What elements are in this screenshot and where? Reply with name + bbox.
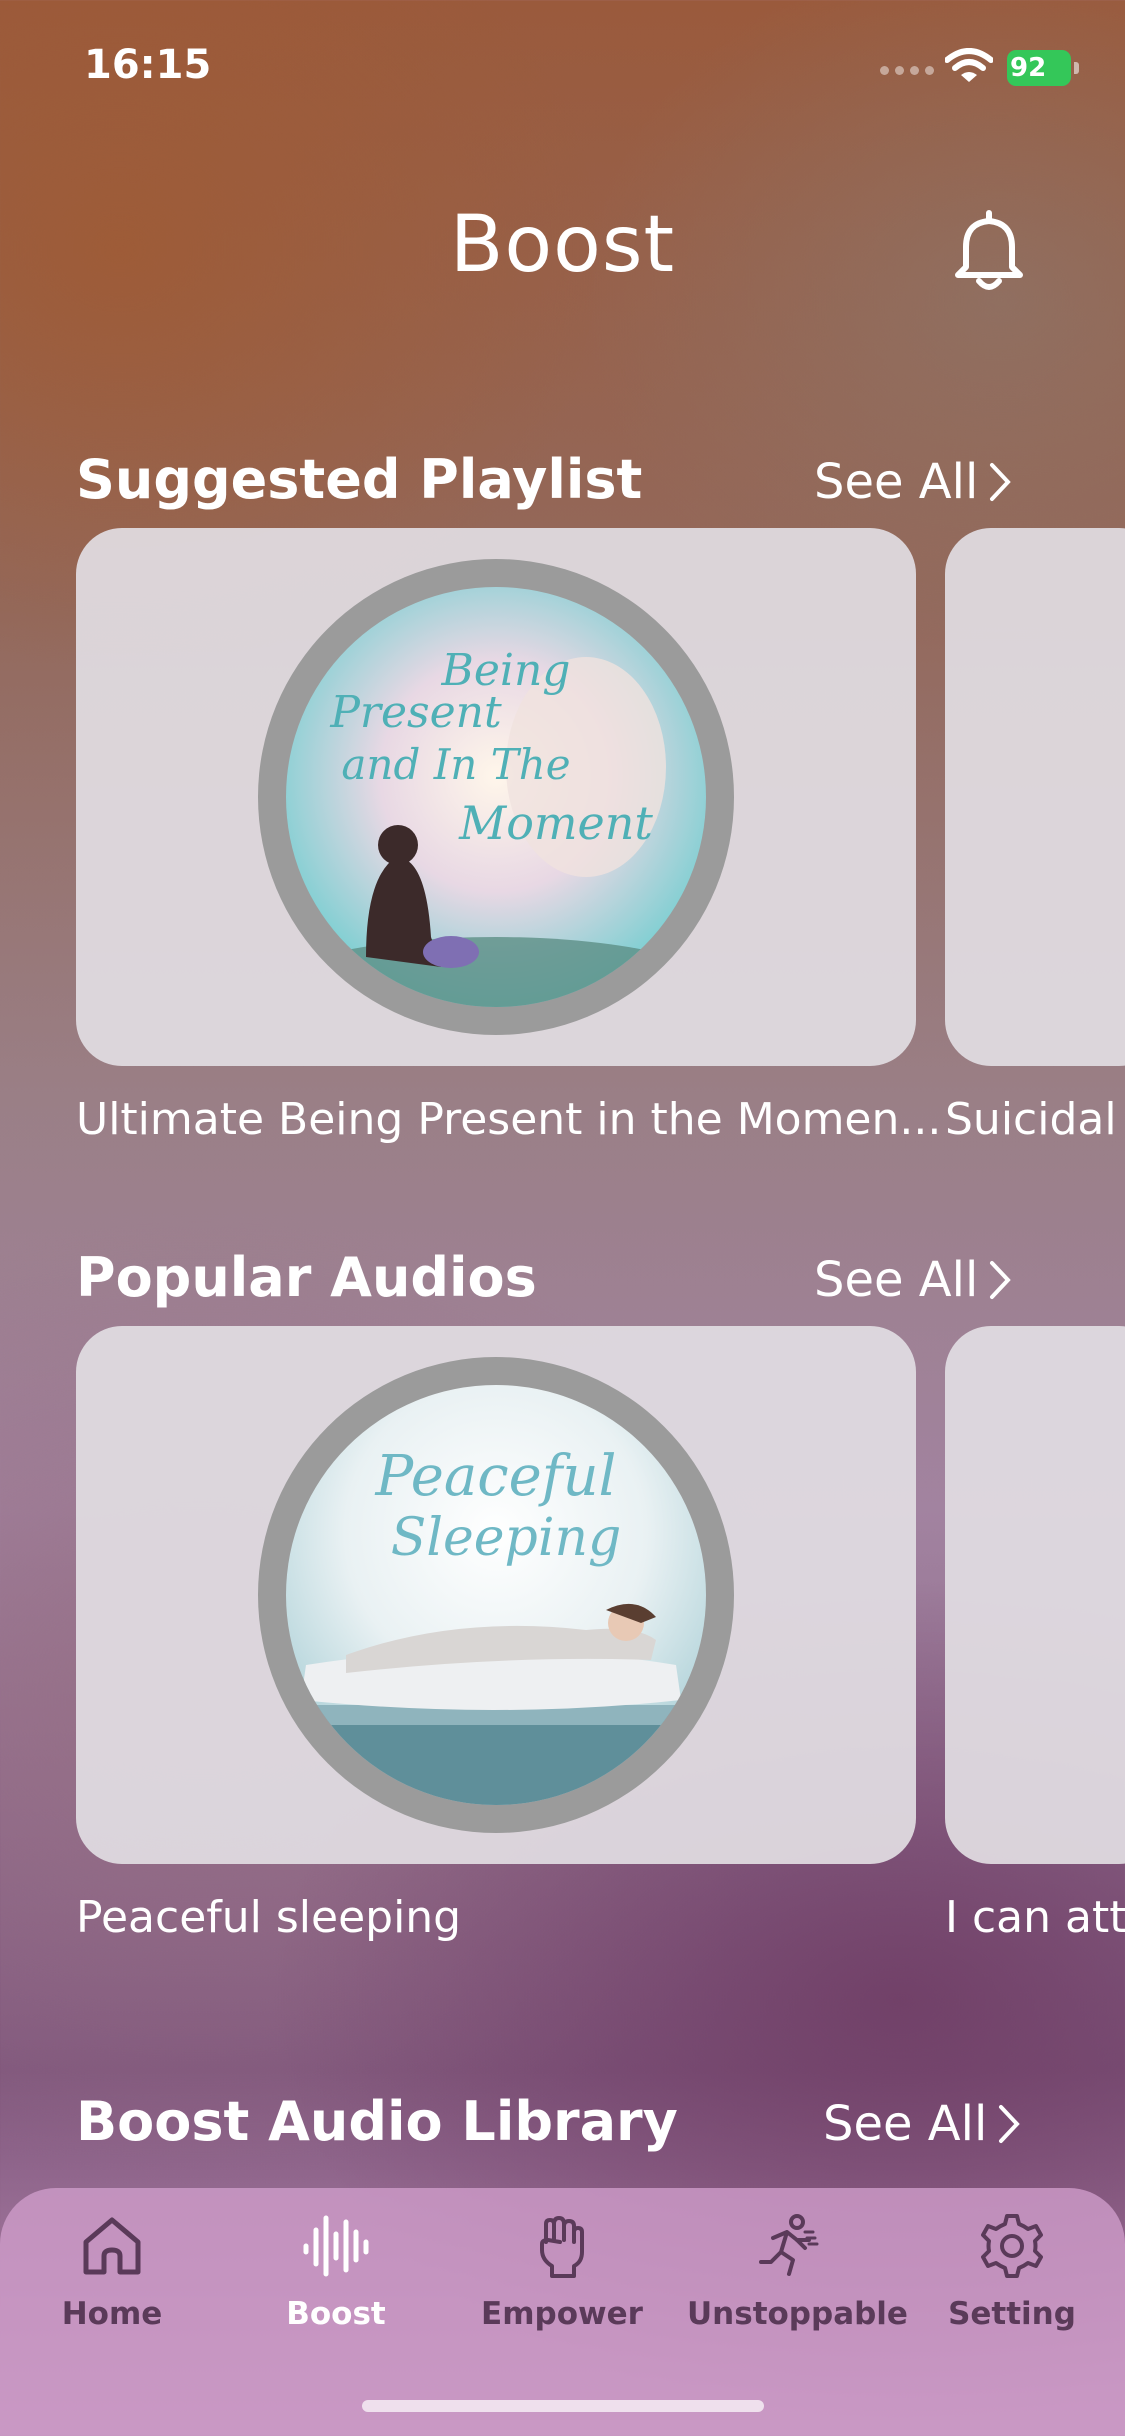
section-title-library: Boost Audio Library [76, 2090, 678, 2153]
audio-card[interactable]: Peaceful Sleeping [76, 1326, 916, 1864]
see-all-popular-button[interactable]: See All [814, 1252, 1014, 1308]
tab-label-setting: Setting [948, 2296, 1076, 2332]
raised-fist-icon [540, 2216, 584, 2278]
see-all-suggested-button[interactable]: See All [814, 454, 1014, 510]
svg-text:Present: Present [329, 687, 502, 738]
tab-empower[interactable]: Empower [462, 2212, 662, 2352]
home-indicator [362, 2400, 764, 2412]
tab-home[interactable]: Home [12, 2212, 212, 2352]
see-all-library-button[interactable]: See All [823, 2096, 1023, 2152]
tab-setting[interactable]: Setting [912, 2212, 1112, 2352]
being-present-artwork: Being Present and In The Moment [258, 559, 734, 1035]
gear-icon [981, 2214, 1043, 2278]
tab-boost[interactable]: Boost [236, 2212, 436, 2352]
svg-text:Sleeping: Sleeping [391, 1508, 622, 1568]
section-title-suggested: Suggested Playlist [76, 448, 643, 511]
see-all-label: See All [823, 2096, 988, 2152]
signal-icon [880, 66, 934, 80]
sound-wave-icon [303, 2215, 369, 2277]
chevron-right-icon [990, 1261, 1012, 1299]
runner-icon [759, 2214, 819, 2276]
tab-label-home: Home [61, 2296, 163, 2332]
tab-label-boost: Boost [286, 2296, 386, 2332]
audio-card-partial[interactable] [945, 1326, 1125, 1864]
see-all-label: See All [814, 454, 979, 510]
status-time: 16:15 [84, 42, 212, 88]
svg-text:Peaceful: Peaceful [375, 1444, 617, 1509]
battery-icon: 92 [1007, 50, 1079, 86]
svg-text:and In The: and In The [341, 740, 570, 789]
card-caption: Ultimate Being Present in the Momen... [76, 1094, 942, 1145]
peaceful-sleeping-artwork: Peaceful Sleeping [258, 1357, 734, 1833]
chevron-right-icon [990, 463, 1012, 501]
home-icon [83, 2217, 141, 2275]
tab-label-empower: Empower [481, 2296, 643, 2332]
chevron-right-icon [999, 2105, 1021, 2143]
wifi-icon [945, 48, 993, 82]
card-caption-partial: I can att [945, 1892, 1125, 1943]
tab-label-unstoppable: Unstoppable [687, 2296, 908, 2332]
section-title-popular: Popular Audios [76, 1246, 537, 1309]
tab-bar: Home Boost Empower Unstoppable Setting [0, 2188, 1125, 2436]
svg-text:Moment: Moment [458, 796, 653, 850]
tab-unstoppable[interactable]: Unstoppable [687, 2212, 908, 2352]
bell-icon[interactable] [944, 205, 1034, 295]
card-caption: Peaceful sleeping [76, 1892, 462, 1943]
card-caption-partial: Suicidal [945, 1094, 1117, 1145]
playlist-card[interactable]: Being Present and In The Moment [76, 528, 916, 1066]
battery-percent: 92 [1010, 53, 1047, 83]
playlist-card-partial[interactable] [945, 528, 1125, 1066]
see-all-label: See All [814, 1252, 979, 1308]
